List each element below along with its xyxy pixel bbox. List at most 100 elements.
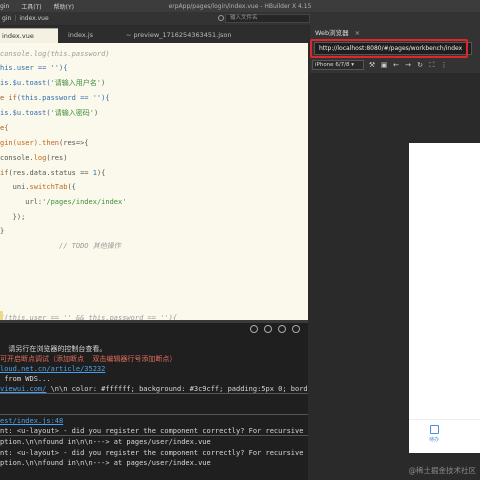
console-link[interactable]: loud.net.cn/article/35232 <box>0 365 105 373</box>
console-panel: 请另行在浏览器的控制台查看。可开启断点调试（添加断点 双击编辑器行号添加断点） l… <box>0 323 308 480</box>
console-line: 请另行在浏览器的控制台查看。 <box>0 344 106 354</box>
code-token: (res=>{ <box>59 139 89 147</box>
code-token: }); <box>0 213 26 221</box>
code-token: console.log(this.password) <box>0 50 110 58</box>
tab-web-browser-label: Web浏览器 <box>315 29 349 37</box>
console-text: ption.\n\nfound in\n\n---> at pages/user… <box>0 438 211 446</box>
code-token: is.$u.toast( <box>0 79 51 87</box>
console-text: 可开启断点调试（添加断点 双击编辑器行号添加断点） <box>0 355 177 363</box>
watermark: @稀土掘金技术社区 <box>408 466 477 475</box>
code-editor[interactable]: console.log(this.password) his.user == ''… <box>0 43 308 320</box>
code-token: gin(user). <box>0 139 43 147</box>
code-line[interactable]: url:'/pages/index/index' <box>0 195 126 209</box>
stop-icon[interactable] <box>278 325 286 333</box>
tabbar-label-todo[interactable]: 待办 <box>424 436 444 443</box>
code-line[interactable]: // TODO 其他操作 <box>0 239 121 253</box>
url-highlight-box <box>310 39 468 58</box>
code-line[interactable]: is.$u.toast('请输入用户名') <box>0 76 105 90</box>
menu-bar: gin 工具(T) 帮助(Y) erpApp/pages/login/index… <box>0 0 480 12</box>
code-token: (res.data.status == <box>8 169 93 177</box>
code-token: ) <box>101 79 106 87</box>
clear-icon[interactable] <box>264 325 272 333</box>
console-line: ption.\n\nfound in\n\n---> at pages/user… <box>0 437 211 447</box>
console-text: nt: <u-layout> - did you register the co… <box>0 427 304 435</box>
refresh-icon[interactable]: ↻ <box>416 61 424 69</box>
code-line[interactable]: his.user == ''){ <box>0 61 67 75</box>
tab-web-browser[interactable]: Web浏览器 × <box>312 27 363 39</box>
phone-preview[interactable]: 待办 <box>409 143 480 453</box>
console-text: 请另行在浏览器的控制台查看。 <box>0 345 107 353</box>
breadcrumb-project[interactable]: gin <box>2 15 11 22</box>
app-tabbar: 待办 <box>409 419 480 447</box>
tab-preview-json[interactable]: ~ preview_1716254363451.json <box>116 28 242 43</box>
console-divider <box>0 414 308 415</box>
console-line: loud.net.cn/article/35232 <box>0 364 105 374</box>
file-search-input[interactable]: 输入文件名 <box>225 14 310 23</box>
console-text: ption.\n\nfound in\n\n---> at pages/user… <box>0 459 211 467</box>
console-text: nt: <u-layout> - did you register the co… <box>0 449 304 457</box>
code-line[interactable]: console.log(res) <box>0 151 67 165</box>
code-line[interactable]: if(res.data.status == 1){ <box>0 166 105 180</box>
console-line: est/index.js:48 <box>0 416 63 426</box>
console-line: nt: <u-layout> - did you register the co… <box>0 448 303 458</box>
devtools-icon[interactable]: ⚒ <box>368 61 376 69</box>
code-token: e if <box>0 94 17 102</box>
code-line[interactable]: } <box>0 224 4 238</box>
breadcrumb-bar: gin | index.vue 输入文件名 <box>0 12 480 25</box>
code-token: '/pages/index/index' <box>42 198 127 206</box>
todo-icon[interactable] <box>430 425 439 434</box>
code-line[interactable]: uni.switchTab({ <box>0 180 76 194</box>
console-text: \n\n color: #ffffff; background: #3c9cff… <box>46 385 308 393</box>
code-token: log <box>33 154 47 162</box>
console-link[interactable]: est/index.js:48 <box>0 417 63 425</box>
breadcrumb-file[interactable]: index.vue <box>19 15 48 22</box>
back-icon[interactable]: ← <box>392 61 400 69</box>
code-line[interactable]: }); <box>0 210 26 224</box>
breadcrumb-separator: | <box>14 15 17 22</box>
code-token: ){ <box>96 169 106 177</box>
code-token: his.user == ''){ <box>0 64 68 72</box>
code-token: '请输入密码' <box>50 109 95 117</box>
console-link[interactable]: viewui.com/ <box>0 385 46 393</box>
line-change-marker <box>0 311 3 320</box>
code-token: switchTab <box>29 183 68 191</box>
window-title: erpApp/pages/login/index.vue - HBuilder … <box>168 2 312 10</box>
web-browser-panel: Web浏览器 × http://localhost:8080/#/pages/wo… <box>310 25 480 480</box>
browser-viewport: 待办 <box>310 73 480 480</box>
console-toolbar <box>250 325 300 333</box>
console-text: from WDS... <box>0 375 51 383</box>
browser-toolbar: iPhone 6/7/8 ▾ ⚒ ▣ ← → ↻ ⛶ ⋮ <box>312 59 480 71</box>
forward-icon[interactable]: → <box>404 61 412 69</box>
code-token: ) <box>94 109 99 117</box>
code-line[interactable]: console.log(this.password) <box>0 47 110 61</box>
code-token: url: <box>0 198 43 206</box>
device-select[interactable]: iPhone 6/7/8 ▾ <box>312 60 364 70</box>
code-token: (res) <box>46 154 68 162</box>
code-token: then <box>42 139 60 147</box>
tab-index-vue[interactable]: index.vue <box>0 28 58 43</box>
code-token: } <box>0 227 5 235</box>
code-token: is.$u.toast( <box>0 109 51 117</box>
code-token: '请输入用户名' <box>50 79 102 87</box>
settings-icon[interactable]: ⋮ <box>440 61 448 69</box>
clock-icon[interactable] <box>250 325 258 333</box>
screenshot-icon[interactable]: ⛶ <box>428 61 436 70</box>
console-divider <box>0 393 308 394</box>
code-token: // TODO 其他操作 <box>0 242 121 250</box>
tab-index-js[interactable]: index.js <box>58 28 116 43</box>
code-line[interactable]: gin(user).then(res=>{ <box>0 136 89 150</box>
filter-icon[interactable] <box>292 325 300 333</box>
code-line[interactable]: is.$u.toast('请输入密码') <box>0 106 98 120</box>
code-line[interactable]: e{ <box>0 121 8 135</box>
code-token: ({ <box>67 183 76 191</box>
close-icon[interactable]: × <box>355 29 360 37</box>
code-token: e{ <box>0 124 9 132</box>
code-token: console. <box>0 154 34 162</box>
console-line: 可开启断点调试（添加断点 双击编辑器行号添加断点） <box>0 354 176 364</box>
console-line: from WDS... <box>0 374 51 384</box>
editor-tabs: index.vue index.js ~ preview_17162543634… <box>0 27 308 43</box>
code-line[interactable]: /(this.user == '' && this.password == ''… <box>0 311 177 320</box>
save-icon[interactable]: ▣ <box>380 61 388 69</box>
code-line[interactable]: e if(this.password == ''){ <box>0 91 110 105</box>
code-token: (this.password == ''){ <box>16 94 110 102</box>
